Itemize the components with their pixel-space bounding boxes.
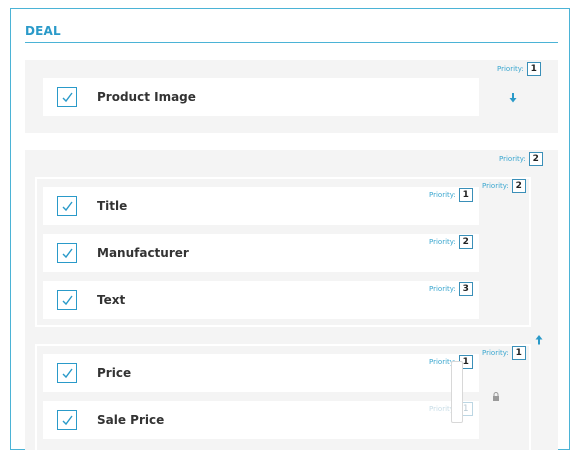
item-label: Title: [97, 199, 128, 213]
list-item-price[interactable]: Price: [43, 354, 479, 392]
section-title: DEAL: [25, 24, 61, 38]
item-label: Product Image: [97, 90, 196, 104]
item-label: Manufacturer: [97, 246, 189, 260]
priority-label: Priority:: [499, 155, 526, 163]
deal-panel: DEAL Priority: 1 Product Image Priority:…: [10, 8, 570, 464]
group-1: Priority: 1 Product Image: [25, 60, 558, 133]
subgroup-1-priority: Priority: 2: [482, 179, 526, 193]
priority-input[interactable]: 2: [511, 179, 526, 193]
checkmark-icon: [62, 415, 73, 425]
checkbox[interactable]: [57, 196, 77, 216]
item-label: Price: [97, 366, 132, 380]
priority-label: Priority:: [482, 349, 509, 357]
lock-icon: [493, 392, 499, 401]
group-1-priority: Priority: 1: [497, 62, 541, 76]
section-divider: [25, 42, 558, 43]
checkmark-icon: [62, 201, 73, 211]
priority-input[interactable]: 2: [528, 152, 543, 166]
subgroup-1: Priority: 2 Title Priority: 1 Manufactur…: [35, 177, 531, 327]
checkbox[interactable]: [57, 290, 77, 310]
priority-input[interactable]: 1: [511, 346, 526, 360]
priority-label: Priority:: [429, 238, 456, 246]
item-priority: Priority: 2: [429, 235, 473, 249]
checkbox[interactable]: [57, 243, 77, 263]
priority-label: Priority:: [429, 285, 456, 293]
checkmark-icon: [62, 295, 73, 305]
priority-label: Priority:: [497, 65, 524, 73]
group-2-priority: Priority: 2: [499, 152, 543, 166]
checkmark-icon: [62, 248, 73, 258]
priority-label: Priority:: [429, 191, 456, 199]
checkbox[interactable]: [57, 363, 77, 383]
list-item-sale-price[interactable]: Sale Price: [43, 401, 479, 439]
list-item-title[interactable]: Title: [43, 187, 479, 225]
priority-label: Priority:: [482, 182, 509, 190]
checkbox[interactable]: [57, 87, 77, 107]
checkmark-icon: [62, 368, 73, 378]
arrow-up-icon[interactable]: [535, 335, 543, 345]
list-item-product-image[interactable]: Product Image: [43, 78, 479, 116]
item-priority: Priority: 3: [429, 282, 473, 296]
list-item-manufacturer[interactable]: Manufacturer: [43, 234, 479, 272]
item-priority: Priority: 1: [429, 188, 473, 202]
scrollbar-thumb[interactable]: [451, 361, 463, 423]
priority-input[interactable]: 1: [526, 62, 541, 76]
priority-input[interactable]: 2: [458, 235, 473, 249]
subgroup-2-priority: Priority: 1: [482, 346, 526, 360]
item-label: Sale Price: [97, 413, 165, 427]
arrow-down-icon[interactable]: [509, 93, 517, 103]
priority-input[interactable]: 1: [458, 188, 473, 202]
item-label: Text: [97, 293, 126, 307]
group-2: Priority: 2 Priority: 2 Title Priority: …: [25, 150, 558, 464]
checkbox[interactable]: [57, 410, 77, 430]
priority-input[interactable]: 3: [458, 282, 473, 296]
checkmark-icon: [62, 92, 73, 102]
list-item-text[interactable]: Text: [43, 281, 479, 319]
